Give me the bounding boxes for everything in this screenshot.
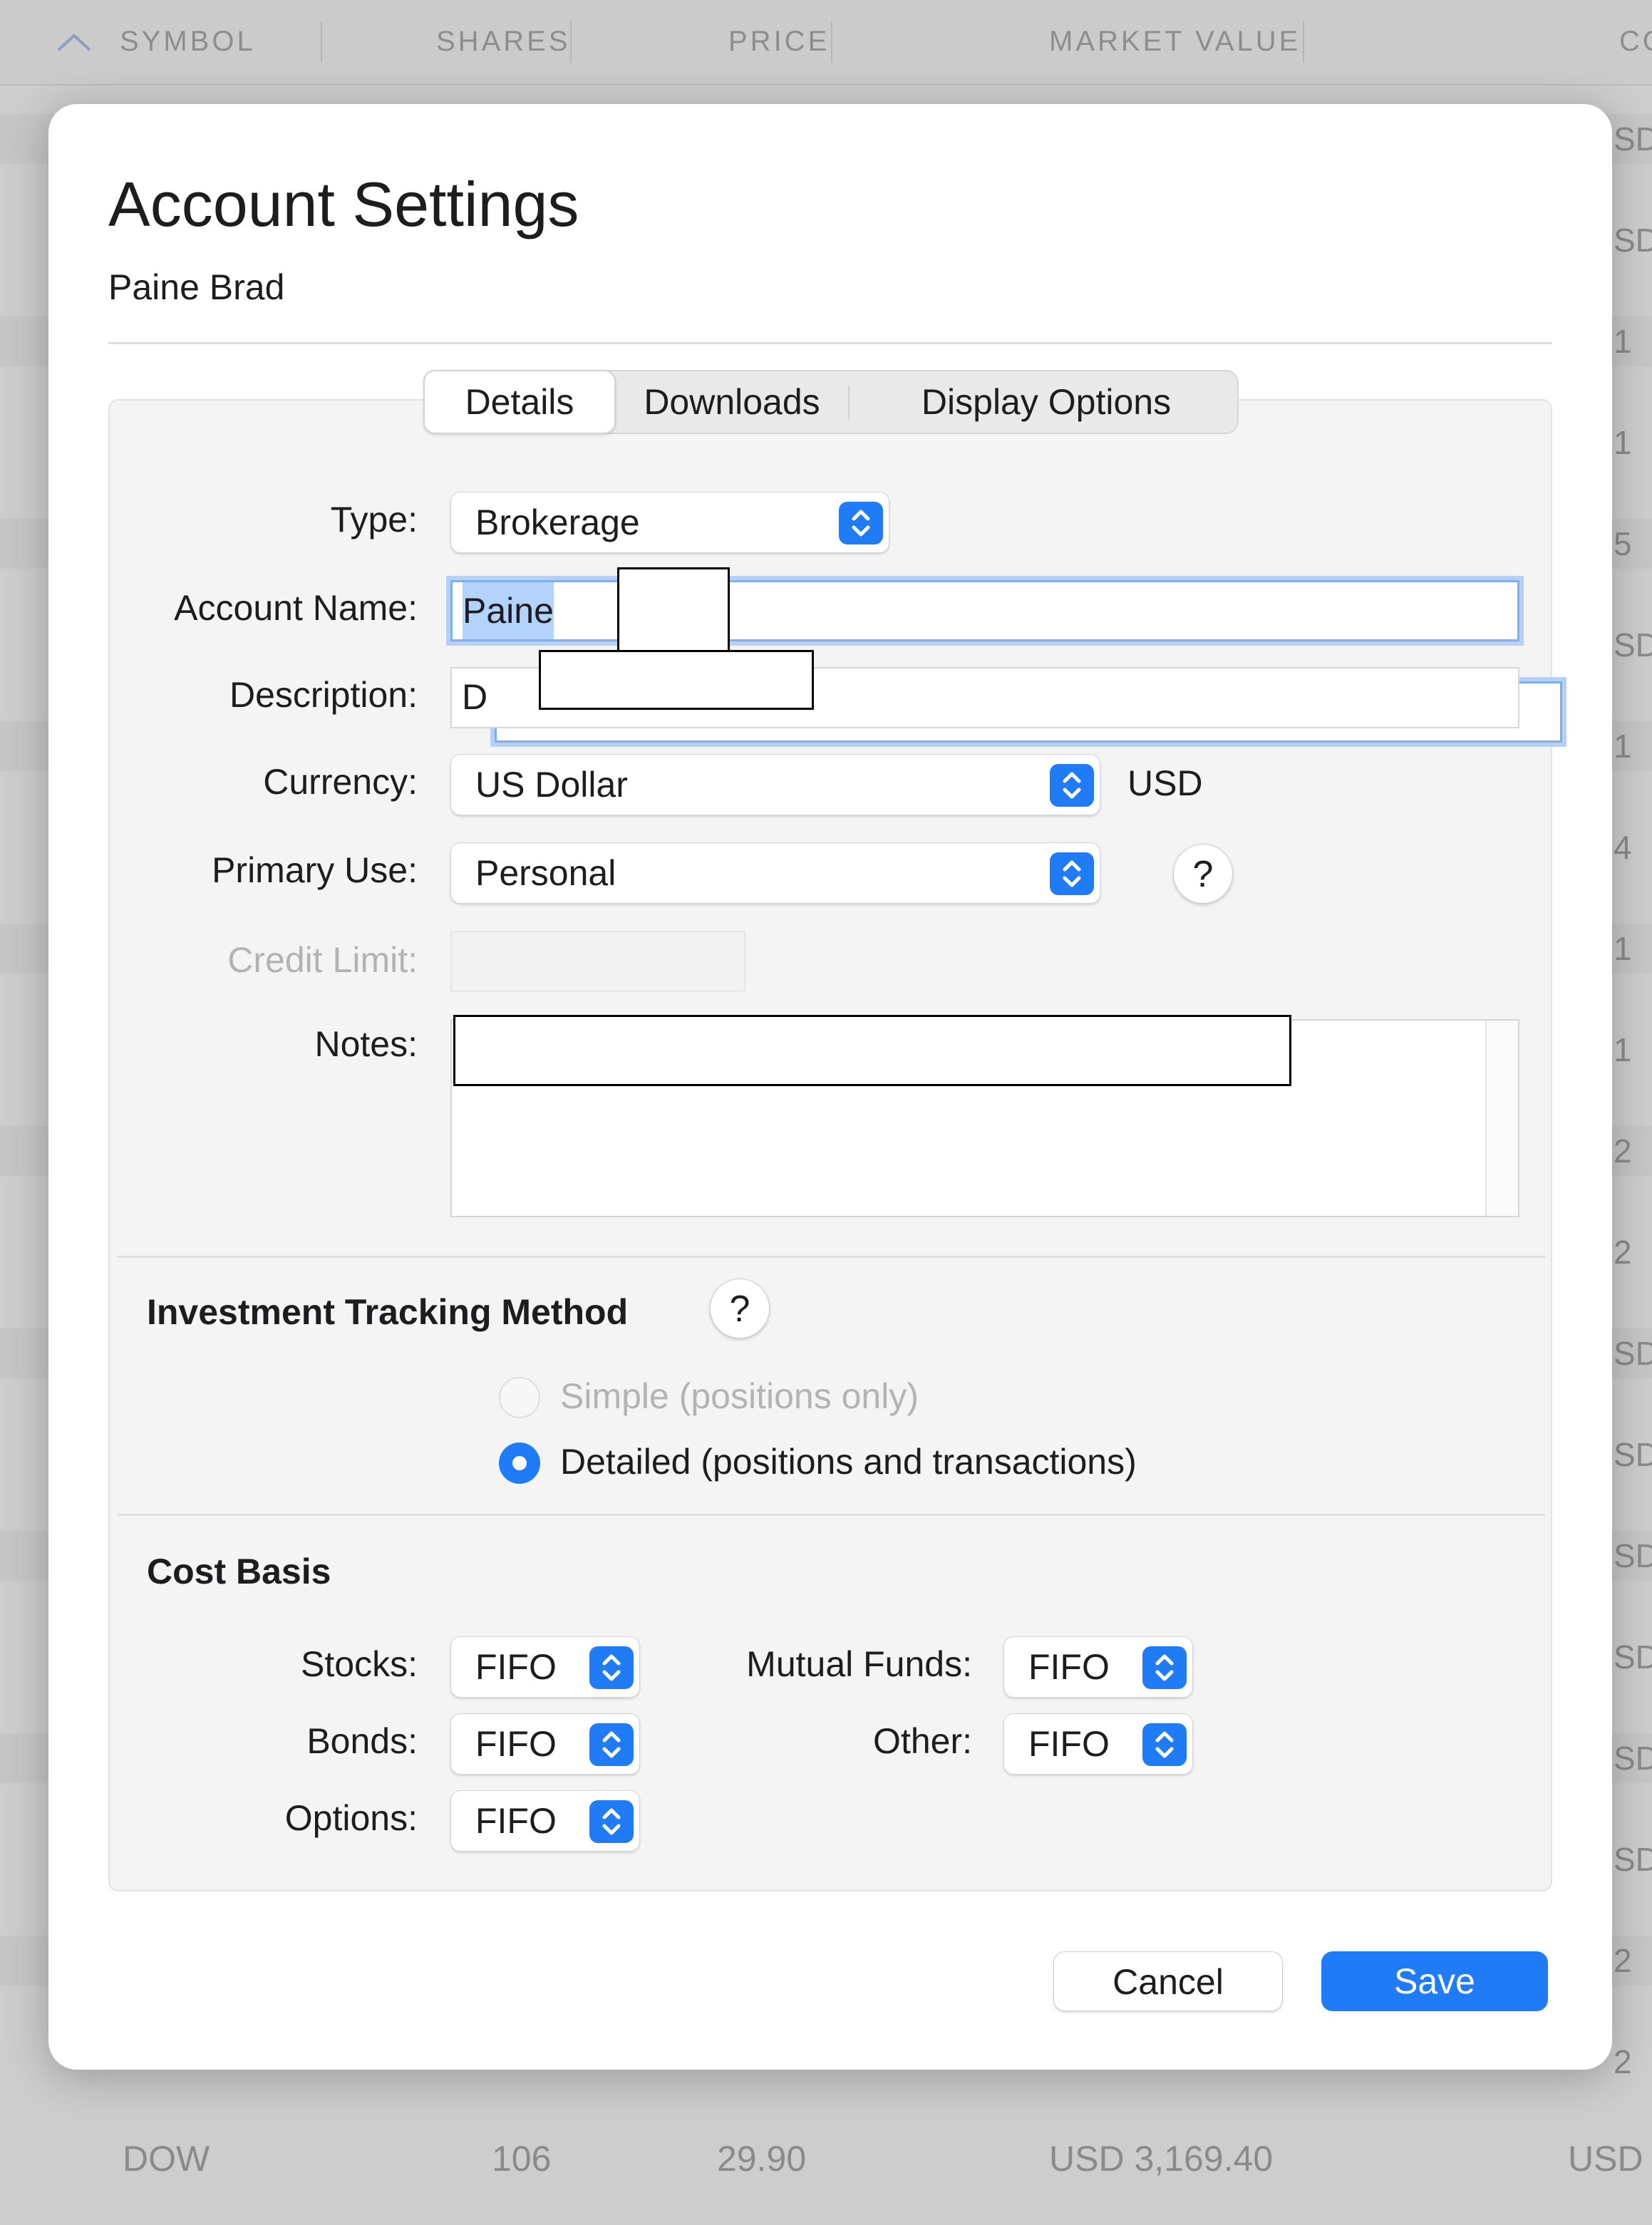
mutual-funds-label: Mutual Funds: — [746, 1644, 972, 1684]
row-edge-text: 1 — [1614, 728, 1632, 765]
row-edge-text: 2 — [1614, 1234, 1632, 1271]
radio-detailed[interactable] — [499, 1442, 540, 1484]
redaction-box — [617, 567, 730, 656]
details-panel: Type: Brokerage Account Name: Paine Desc… — [108, 399, 1562, 1891]
table-header: SYMBOL SHARES PRICE MARKET VALUE CO — [0, 0, 1652, 86]
column-header-market-value[interactable]: MARKET VALUE — [1049, 26, 1301, 58]
notes-scrollbar[interactable] — [1485, 1021, 1518, 1216]
bonds-label: Bonds: — [306, 1721, 418, 1761]
row-edge-text: 5 — [1614, 525, 1632, 562]
options-label: Options: — [284, 1798, 418, 1838]
account-settings-dialog: Account Settings Paine Brad Type: Broker… — [48, 104, 1612, 2070]
row-edge-text: 1 — [1614, 424, 1632, 461]
cell-market-value: USD 3,169.40 — [1049, 2139, 1274, 2179]
chevron-up-icon[interactable] — [56, 31, 93, 53]
cancel-button[interactable]: Cancel — [1053, 1951, 1283, 2011]
row-edge-text: 2 — [1614, 2043, 1632, 2080]
bonds-cost-basis-popup[interactable]: FIFO — [450, 1713, 640, 1775]
row-edge-text: 2 — [1614, 1942, 1632, 1979]
mutual-funds-cost-basis-popup[interactable]: FIFO — [1003, 1636, 1193, 1698]
up-down-arrows-icon — [1142, 1723, 1187, 1766]
stocks-label: Stocks: — [301, 1644, 418, 1684]
stocks-cost-basis-popup[interactable]: FIFO — [450, 1636, 640, 1698]
tab-downloads[interactable]: Downloads — [623, 371, 841, 433]
stocks-cost-basis-value: FIFO — [475, 1647, 557, 1687]
other-cost-basis-popup[interactable]: FIFO — [1003, 1713, 1193, 1775]
investment-tracking-help-button[interactable]: ? — [710, 1279, 770, 1338]
tab-bar: Details Downloads Display Options — [423, 370, 1239, 434]
column-header-cost[interactable]: CO — [1619, 26, 1652, 58]
options-cost-basis-popup[interactable]: FIFO — [450, 1790, 640, 1852]
account-name-value: Paine — [463, 582, 554, 639]
cell-symbol: DOW — [123, 2139, 210, 2179]
cell-currency: USD — [1568, 2139, 1643, 2179]
redaction-box — [539, 650, 814, 710]
type-popup[interactable]: Brokerage — [450, 492, 889, 553]
credit-limit-field — [450, 931, 745, 992]
row-edge-text: SD — [1614, 120, 1652, 158]
up-down-arrows-icon — [589, 1723, 634, 1766]
redaction-box — [453, 1015, 1291, 1086]
up-down-arrows-icon — [1050, 852, 1094, 895]
table-row[interactable]: DOW 106 29.90 USD 3,169.40 USD — [0, 2124, 1652, 2195]
dialog-title: Account Settings — [108, 169, 579, 239]
row-edge-text: SD — [1614, 1638, 1652, 1676]
currency-label: Currency: — [263, 762, 418, 802]
cell-shares: 106 — [492, 2139, 552, 2179]
primary-use-label: Primary Use: — [212, 850, 418, 890]
column-header-price[interactable]: PRICE — [728, 26, 830, 58]
row-edge-text: 4 — [1614, 829, 1632, 866]
row-edge-text: SD — [1614, 1436, 1652, 1473]
up-down-arrows-icon — [589, 1800, 634, 1843]
cell-price: 29.90 — [717, 2139, 807, 2179]
column-header-shares[interactable]: SHARES — [436, 26, 571, 58]
tab-details[interactable]: Details — [423, 370, 616, 434]
radio-simple-label: Simple (positions only) — [560, 1376, 919, 1416]
account-name-field[interactable]: Paine — [450, 580, 1519, 641]
row-edge-text: 1 — [1614, 930, 1632, 967]
type-label: Type: — [330, 500, 418, 540]
bonds-cost-basis-value: FIFO — [475, 1724, 557, 1764]
description-label: Description: — [229, 675, 418, 715]
up-down-arrows-icon — [839, 502, 883, 544]
row-edge-text: SD — [1614, 1537, 1652, 1574]
divider — [108, 342, 1552, 344]
cost-basis-title: Cost Basis — [147, 1552, 331, 1591]
dialog-subtitle: Paine Brad — [108, 267, 285, 307]
row-edge-text: SD — [1614, 626, 1652, 664]
up-down-arrows-icon — [589, 1646, 634, 1689]
row-edge-text: SD — [1614, 222, 1652, 259]
row-edge-text: SD — [1614, 1841, 1652, 1878]
primary-use-value: Personal — [475, 853, 616, 893]
account-name-label: Account Name: — [174, 588, 418, 628]
credit-limit-label: Credit Limit: — [227, 940, 418, 980]
row-edge-text: SD — [1614, 1740, 1652, 1777]
investment-tracking-title: Investment Tracking Method — [147, 1292, 629, 1332]
primary-use-popup[interactable]: Personal — [450, 842, 1100, 904]
up-down-arrows-icon — [1142, 1646, 1187, 1689]
other-cost-basis-value: FIFO — [1028, 1724, 1110, 1764]
up-down-arrows-icon — [1050, 764, 1094, 807]
row-edge-text: SD — [1614, 1335, 1652, 1372]
row-edge-text: 2 — [1614, 1132, 1632, 1170]
save-button[interactable]: Save — [1321, 1951, 1548, 2011]
currency-code: USD — [1127, 763, 1203, 803]
row-edge-text: 1 — [1614, 323, 1632, 360]
type-value: Brokerage — [475, 502, 640, 542]
primary-use-help-button[interactable]: ? — [1173, 844, 1233, 904]
other-label: Other: — [873, 1721, 972, 1761]
mutual-funds-cost-basis-value: FIFO — [1028, 1647, 1110, 1687]
description-prefix: D — [462, 677, 488, 717]
tab-display-options[interactable]: Display Options — [855, 371, 1237, 433]
divider — [117, 1514, 1545, 1516]
currency-popup[interactable]: US Dollar — [450, 754, 1100, 815]
radio-detailed-label[interactable]: Detailed (positions and transactions) — [560, 1441, 1137, 1482]
row-edge-text: 1 — [1614, 1031, 1632, 1068]
radio-simple — [499, 1377, 540, 1418]
options-cost-basis-value: FIFO — [475, 1801, 557, 1841]
currency-value: US Dollar — [475, 765, 628, 805]
notes-label: Notes: — [314, 1024, 418, 1064]
column-header-symbol[interactable]: SYMBOL — [120, 26, 256, 58]
divider — [117, 1256, 1545, 1258]
